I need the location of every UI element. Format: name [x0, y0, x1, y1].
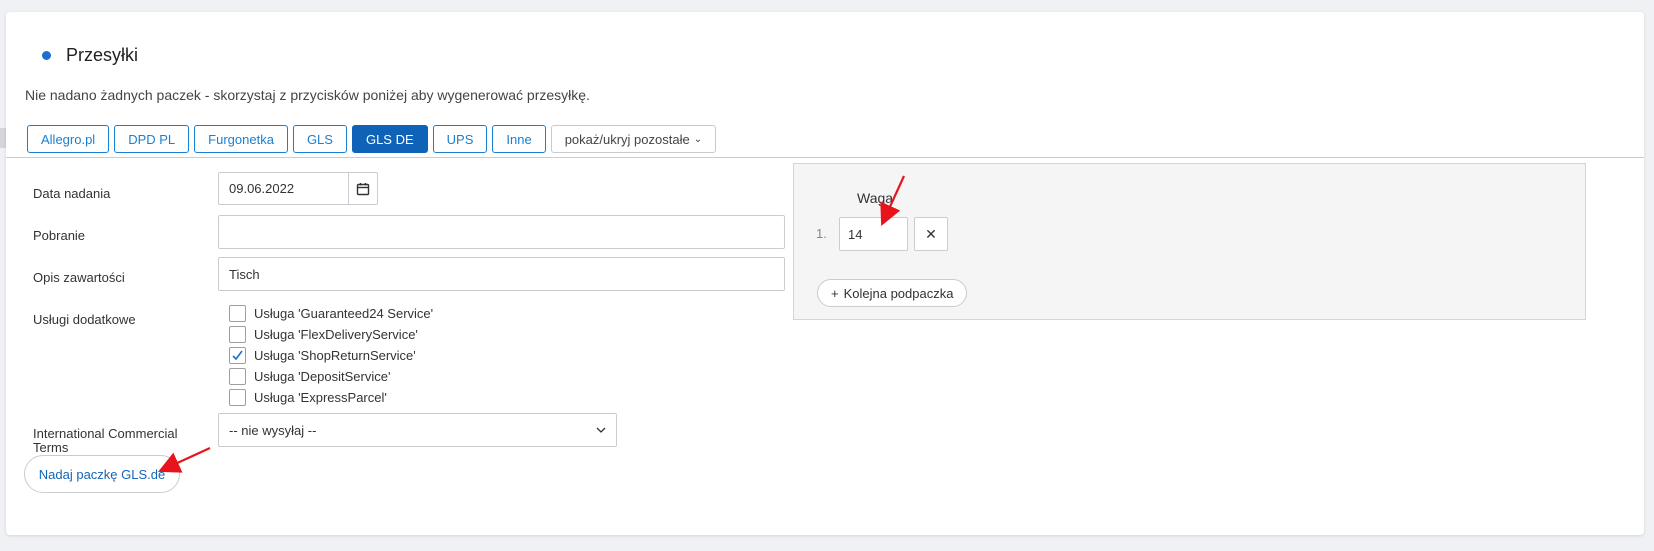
- section-title: Przesyłki: [66, 45, 139, 65]
- checkbox-flexdelivery[interactable]: [229, 326, 246, 343]
- tab-gls[interactable]: GLS: [292, 125, 347, 153]
- content-label: Opis zawartości: [33, 270, 125, 285]
- package-index: 1.: [816, 226, 827, 241]
- tab-furgonetka[interactable]: Furgonetka: [194, 125, 288, 153]
- date-label: Data nadania: [33, 186, 111, 201]
- tab-dpd-pl[interactable]: DPD PL: [114, 125, 190, 153]
- section-divider: [6, 157, 1644, 158]
- cod-label: Pobranie: [33, 228, 86, 243]
- bullet-dot-icon: [42, 51, 51, 60]
- add-subpackage-button[interactable]: + Kolejna podpaczka: [817, 279, 968, 307]
- tab-inne[interactable]: Inne: [492, 125, 546, 153]
- service-deposit: Usługa 'DepositService': [229, 366, 433, 387]
- tab-ups[interactable]: UPS: [432, 125, 488, 153]
- service-label: Usługa 'FlexDeliveryService': [254, 327, 418, 342]
- carrier-tabs: Allegro.pl DPD PL Furgonetka GLS GLS DE …: [27, 125, 717, 153]
- shipments-card: Przesyłki Nie nadano żadnych paczek - sk…: [6, 12, 1644, 535]
- weight-header: Waga: [857, 190, 894, 206]
- checkbox-deposit[interactable]: [229, 368, 246, 385]
- service-shopreturn: Usługa 'ShopReturnService': [229, 345, 433, 366]
- incoterms-select[interactable]: -- nie wysyłaj --: [218, 413, 617, 447]
- checkbox-expressparcel[interactable]: [229, 389, 246, 406]
- service-label: Usługa 'Guaranteed24 Service': [254, 306, 434, 321]
- service-label: Usługa 'ShopReturnService': [254, 348, 416, 363]
- services-label: Usługi dodatkowe: [33, 312, 136, 327]
- packages-panel: Waga 1. 14 ✕ + Kolejna podpaczka: [793, 163, 1586, 320]
- incoterms-selected: -- nie wysyłaj --: [229, 422, 317, 438]
- service-expressparcel: Usługa 'ExpressParcel': [229, 387, 433, 408]
- tab-allegro[interactable]: Allegro.pl: [27, 125, 110, 153]
- service-guaranteed24: Usługa 'Guaranteed24 Service': [229, 303, 433, 324]
- service-flexdelivery: Usługa 'FlexDeliveryService': [229, 324, 433, 345]
- checkbox-guaranteed24[interactable]: [229, 305, 246, 322]
- add-subpackage-label: Kolejna podpaczka: [843, 285, 954, 301]
- remove-package-button[interactable]: ✕: [914, 217, 948, 251]
- tab-gls-de[interactable]: GLS DE: [351, 125, 428, 153]
- close-icon: ✕: [925, 225, 937, 242]
- package-weight-input[interactable]: 14: [839, 217, 908, 251]
- date-input[interactable]: 09.06.2022: [218, 172, 349, 205]
- calendar-icon: [356, 182, 370, 195]
- toggle-more-label: pokaż/ukryj pozostałe: [564, 131, 690, 147]
- chevron-down-icon: [596, 427, 606, 433]
- section-header: Przesyłki: [36, 45, 138, 66]
- submit-gls-de-button[interactable]: Nadaj paczkę GLS.de: [24, 455, 180, 493]
- no-packages-notice: Nie nadano żadnych paczek - skorzystaj z…: [25, 87, 590, 103]
- services-list: Usługa 'Guaranteed24 Service' Usługa 'Fl…: [229, 303, 433, 408]
- chevron-down-icon: ⌄: [693, 133, 703, 145]
- service-label: Usługa 'DepositService': [254, 369, 391, 384]
- toggle-more-carriers-button[interactable]: pokaż/ukryj pozostałe ⌄: [550, 125, 717, 153]
- incoterms-label: International Commercial Terms: [33, 426, 178, 455]
- plus-icon: +: [831, 285, 839, 301]
- service-label: Usługa 'ExpressParcel': [254, 390, 387, 405]
- cod-input[interactable]: [218, 215, 785, 249]
- checkmark-icon: [232, 350, 243, 361]
- checkbox-shopreturn[interactable]: [229, 347, 246, 364]
- calendar-button[interactable]: [348, 172, 378, 205]
- content-input[interactable]: Tisch: [218, 257, 785, 291]
